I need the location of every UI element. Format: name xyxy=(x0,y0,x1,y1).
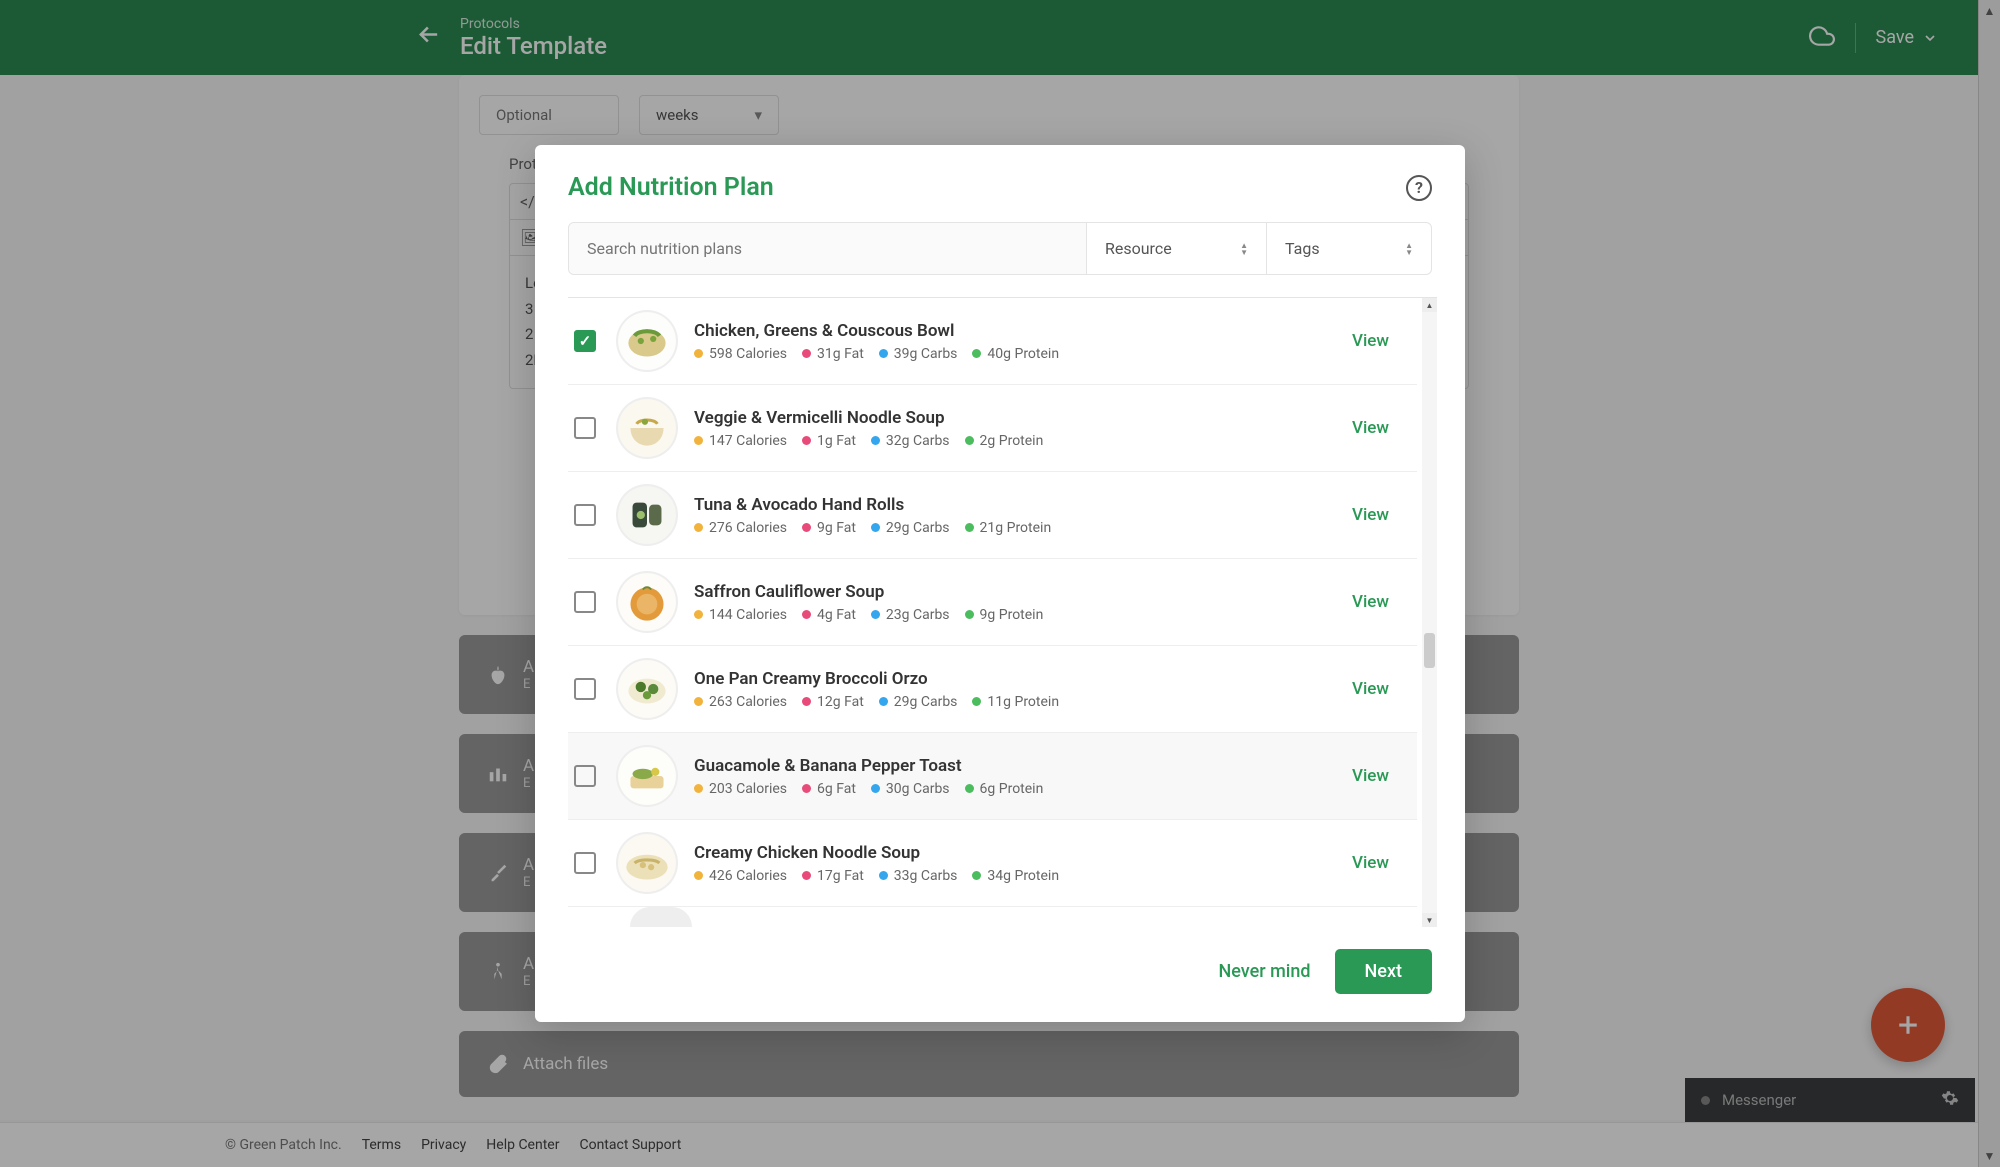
never-mind-button[interactable]: Never mind xyxy=(1219,961,1311,982)
scroll-up-icon[interactable]: ▲ xyxy=(1422,298,1437,312)
macro-carbs: 39g Carbs xyxy=(879,346,958,362)
macro-fat: 9g Fat xyxy=(802,520,856,536)
macro-calories: 263 Calories xyxy=(694,694,787,710)
macro-protein: 40g Protein xyxy=(972,346,1059,362)
plan-checkbox[interactable] xyxy=(574,330,596,352)
view-plan-link[interactable]: View xyxy=(1352,505,1389,525)
macro-calories: 276 Calories xyxy=(694,520,787,536)
macro-protein: 2g Protein xyxy=(965,433,1044,449)
view-plan-link[interactable]: View xyxy=(1352,418,1389,438)
search-input[interactable] xyxy=(569,223,1086,274)
plan-info: One Pan Creamy Broccoli Orzo 263 Calorie… xyxy=(694,669,1352,710)
plan-name: Creamy Chicken Noodle Soup xyxy=(694,843,1352,863)
tags-select[interactable]: Tags ▲▼ xyxy=(1266,223,1431,274)
plan-name: Chicken, Greens & Couscous Bowl xyxy=(694,321,1352,341)
macro-calories: 598 Calories xyxy=(694,346,787,362)
food-thumbnail xyxy=(616,658,678,720)
modal-overlay[interactable]: Add Nutrition Plan ? Resource ▲▼ Tags ▲▼… xyxy=(0,0,2000,1167)
view-plan-link[interactable]: View xyxy=(1352,766,1389,786)
macro-fat: 12g Fat xyxy=(802,694,864,710)
view-plan-link[interactable]: View xyxy=(1352,853,1389,873)
plan-name: Saffron Cauliflower Soup xyxy=(694,582,1352,602)
plan-info: Tuna & Avocado Hand Rolls 276 Calories 9… xyxy=(694,495,1352,536)
next-button[interactable]: Next xyxy=(1335,949,1432,994)
food-thumbnail xyxy=(616,310,678,372)
updown-caret-icon: ▲▼ xyxy=(1240,242,1248,256)
macro-protein: 9g Protein xyxy=(965,607,1044,623)
macro-calories: 147 Calories xyxy=(694,433,787,449)
macro-carbs: 23g Carbs xyxy=(871,607,950,623)
scroll-down-icon[interactable]: ▼ xyxy=(1422,913,1437,927)
macro-calories: 203 Calories xyxy=(694,781,787,797)
plan-row[interactable]: One Pan Creamy Broccoli Orzo 263 Calorie… xyxy=(568,646,1417,733)
help-icon[interactable]: ? xyxy=(1406,175,1432,201)
add-nutrition-modal: Add Nutrition Plan ? Resource ▲▼ Tags ▲▼… xyxy=(535,145,1465,1022)
food-thumbnail xyxy=(616,745,678,807)
plan-name: Tuna & Avocado Hand Rolls xyxy=(694,495,1352,515)
macro-calories: 426 Calories xyxy=(694,868,787,884)
food-thumbnail xyxy=(616,484,678,546)
macro-fat: 1g Fat xyxy=(802,433,856,449)
macro-fat: 4g Fat xyxy=(802,607,856,623)
macro-protein: 21g Protein xyxy=(965,520,1052,536)
modal-title: Add Nutrition Plan xyxy=(568,173,774,202)
filter-row: Resource ▲▼ Tags ▲▼ xyxy=(568,222,1432,275)
plan-row[interactable]: Chicken, Greens & Couscous Bowl 598 Calo… xyxy=(568,298,1417,385)
macro-carbs: 29g Carbs xyxy=(871,520,950,536)
plan-checkbox[interactable] xyxy=(574,417,596,439)
plan-name: One Pan Creamy Broccoli Orzo xyxy=(694,669,1352,689)
plan-row[interactable]: Tuna & Avocado Hand Rolls 276 Calories 9… xyxy=(568,472,1417,559)
view-plan-link[interactable]: View xyxy=(1352,592,1389,612)
plan-info: Chicken, Greens & Couscous Bowl 598 Calo… xyxy=(694,321,1352,362)
food-thumbnail xyxy=(616,832,678,894)
macro-protein: 6g Protein xyxy=(965,781,1044,797)
macro-calories: 144 Calories xyxy=(694,607,787,623)
view-plan-link[interactable]: View xyxy=(1352,679,1389,699)
plan-info: Saffron Cauliflower Soup 144 Calories 4g… xyxy=(694,582,1352,623)
plan-checkbox[interactable] xyxy=(574,852,596,874)
macro-carbs: 29g Carbs xyxy=(879,694,958,710)
plan-info: Guacamole & Banana Pepper Toast 203 Calo… xyxy=(694,756,1352,797)
plan-row[interactable]: Guacamole & Banana Pepper Toast 203 Calo… xyxy=(568,733,1417,820)
macro-carbs: 30g Carbs xyxy=(871,781,950,797)
plan-row[interactable]: Veggie & Vermicelli Noodle Soup 147 Calo… xyxy=(568,385,1417,472)
macro-fat: 17g Fat xyxy=(802,868,864,884)
macro-fat: 31g Fat xyxy=(802,346,864,362)
food-thumbnail-partial xyxy=(630,907,692,927)
list-scrollbar[interactable]: ▲ ▼ xyxy=(1422,298,1437,927)
plan-name: Guacamole & Banana Pepper Toast xyxy=(694,756,1352,776)
plan-info: Veggie & Vermicelli Noodle Soup 147 Calo… xyxy=(694,408,1352,449)
macro-protein: 34g Protein xyxy=(972,868,1059,884)
modal-footer: Never mind Next xyxy=(568,949,1432,994)
plan-info: Creamy Chicken Noodle Soup 426 Calories … xyxy=(694,843,1352,884)
food-thumbnail xyxy=(616,397,678,459)
resource-select[interactable]: Resource ▲▼ xyxy=(1086,223,1266,274)
macro-carbs: 32g Carbs xyxy=(871,433,950,449)
updown-caret-icon: ▲▼ xyxy=(1405,242,1413,256)
plan-list: Chicken, Greens & Couscous Bowl 598 Calo… xyxy=(568,297,1437,927)
food-thumbnail xyxy=(616,571,678,633)
plan-checkbox[interactable] xyxy=(574,765,596,787)
plan-checkbox[interactable] xyxy=(574,504,596,526)
plan-checkbox[interactable] xyxy=(574,591,596,613)
plan-row[interactable]: Creamy Chicken Noodle Soup 426 Calories … xyxy=(568,820,1417,907)
macro-carbs: 33g Carbs xyxy=(879,868,958,884)
view-plan-link[interactable]: View xyxy=(1352,331,1389,351)
scroll-thumb[interactable] xyxy=(1424,633,1435,668)
plan-row[interactable]: Saffron Cauliflower Soup 144 Calories 4g… xyxy=(568,559,1417,646)
macro-protein: 11g Protein xyxy=(972,694,1059,710)
plan-checkbox[interactable] xyxy=(574,678,596,700)
plan-name: Veggie & Vermicelli Noodle Soup xyxy=(694,408,1352,428)
macro-fat: 6g Fat xyxy=(802,781,856,797)
